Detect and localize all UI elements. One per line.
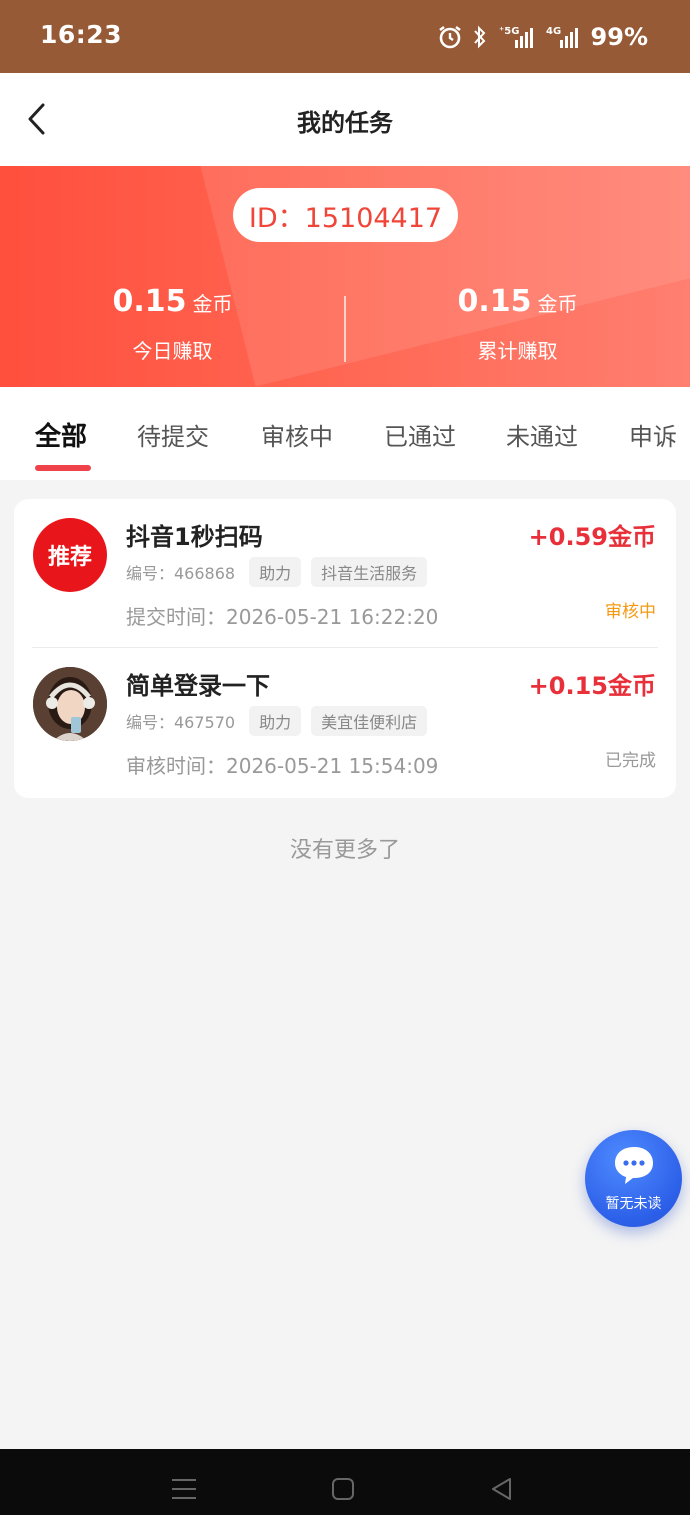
total-earnings-label: 累计赚取 (477, 339, 558, 363)
earnings-banner: ID：15104417 0.15 金币 今日赚取 0.15 金币 累计赚取 (0, 166, 690, 387)
total-earnings-unit: 金币 (537, 292, 578, 316)
task-meta: 编号：467570 助力 美宜佳便利店 (126, 706, 428, 736)
tab-pending-submit[interactable]: 待提交 (137, 417, 209, 452)
task-tag: 助力 (249, 706, 302, 736)
recommend-badge-avatar: 推荐 (33, 518, 107, 592)
status-bar: 16:23 ⁺5G 4G 99% (0, 0, 690, 73)
tab-rejected[interactable]: 未通过 (506, 417, 578, 452)
avatar (33, 667, 107, 741)
task-number: 编号：466868 (126, 564, 236, 583)
home-button[interactable] (323, 1469, 363, 1509)
task-tag: 抖音生活服务 (311, 557, 428, 587)
bluetooth-icon (472, 24, 488, 50)
total-earnings: 0.15 金币 累计赚取 (345, 284, 690, 364)
chat-button[interactable]: 暂无未读 (585, 1130, 682, 1227)
tab-all[interactable]: 全部 (35, 416, 87, 453)
chat-button-label: 暂无未读 (605, 1196, 662, 1212)
menu-icon (172, 1479, 196, 1499)
task-title: 简单登录一下 (126, 672, 270, 700)
chat-bubble-icon (615, 1147, 653, 1184)
status-icons: ⁺5G 4G 99% (437, 20, 648, 54)
today-earnings-label: 今日赚取 (132, 339, 213, 363)
task-reward: +0.59金币 (528, 523, 656, 551)
system-nav-bar (0, 1449, 690, 1515)
task-tag: 助力 (249, 557, 302, 587)
menu-button[interactable] (164, 1469, 204, 1509)
tab-bar: 全部 待提交 审核中 已通过 未通过 申诉 (0, 387, 690, 480)
page-title: 我的任务 (297, 109, 393, 137)
tab-approved[interactable]: 已通过 (384, 417, 456, 452)
4g-signal-icon: 4G (546, 24, 582, 50)
task-status: 审核中 (605, 602, 656, 622)
triangle-back-icon (492, 1478, 511, 1500)
tab-under-review[interactable]: 审核中 (261, 417, 333, 452)
svg-text:4G: 4G (546, 26, 561, 37)
task-item[interactable]: 推荐 抖音1秒扫码 +0.59金币 编号：466868 助力 抖音生活服务 提交… (14, 499, 676, 648)
task-title: 抖音1秒扫码 (126, 523, 263, 551)
back-nav-button[interactable] (482, 1469, 522, 1509)
status-time: 16:23 (40, 20, 123, 49)
task-tag: 美宜佳便利店 (311, 706, 428, 736)
task-reward: +0.15金币 (528, 672, 656, 700)
task-number: 编号：467570 (126, 713, 236, 732)
no-more-text: 没有更多了 (289, 838, 400, 863)
today-earnings: 0.15 金币 今日赚取 (0, 284, 345, 364)
battery-level: 99% (590, 23, 648, 51)
task-list: 推荐 抖音1秒扫码 +0.59金币 编号：466868 助力 抖音生活服务 提交… (14, 499, 676, 798)
app-header: 我的任务 (0, 73, 690, 166)
total-earnings-value: 0.15 (457, 284, 532, 319)
5g-signal-icon: ⁺5G (497, 24, 537, 50)
alarm-icon (437, 24, 463, 50)
home-square-icon (332, 1478, 354, 1500)
task-status: 已完成 (605, 751, 656, 771)
today-earnings-unit: 金币 (192, 292, 233, 316)
user-id-badge: ID：15104417 (233, 188, 458, 242)
svg-text:⁺5G: ⁺5G (499, 26, 519, 37)
task-time: 提交时间：2026-05-21 16:22:20 (126, 605, 439, 629)
task-item[interactable]: 简单登录一下 +0.15金币 编号：467570 助力 美宜佳便利店 审核时间：… (14, 648, 676, 797)
tab-appeal[interactable]: 申诉 (629, 417, 677, 452)
task-meta: 编号：466868 助力 抖音生活服务 (126, 557, 428, 587)
active-tab-indicator (35, 465, 91, 471)
task-time: 审核时间：2026-05-21 15:54:09 (126, 754, 439, 778)
today-earnings-value: 0.15 (112, 284, 187, 319)
